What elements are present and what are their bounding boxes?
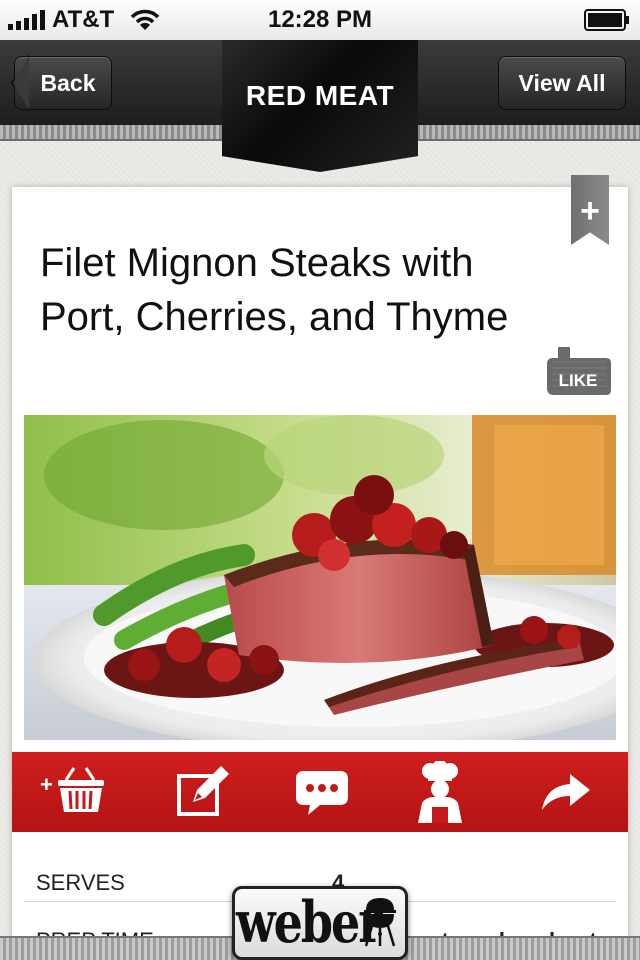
svg-text:+: +	[40, 772, 53, 797]
chat-bubble-icon	[296, 771, 348, 815]
battery-icon	[584, 9, 629, 31]
back-arrow-fill	[13, 56, 29, 110]
clock: 12:28 PM	[267, 6, 373, 33]
view-all-button[interactable]: View All	[498, 56, 626, 110]
chef-icon	[418, 761, 462, 823]
recipe-photo[interactable]	[24, 415, 616, 740]
like-button[interactable]: LIKE	[544, 344, 614, 400]
like-label: LIKE	[559, 371, 598, 390]
add-favorite-icon: +	[580, 192, 600, 230]
basket-plus-icon: +	[40, 767, 104, 812]
weber-logo-text: weber	[236, 888, 383, 956]
comments-button[interactable]	[282, 752, 362, 832]
recipe-title: Filet Mignon Steaks with Port, Cherries,…	[40, 241, 509, 339]
kettle-grill-icon	[364, 898, 396, 947]
serves-label: SERVES	[36, 870, 125, 895]
page-title: RED MEAT	[245, 80, 395, 111]
notes-button[interactable]	[163, 752, 243, 832]
edit-note-icon	[177, 766, 229, 816]
share-arrow-icon	[542, 774, 590, 810]
status-bar: AT&T 12:28 PM	[0, 0, 640, 40]
chef-button[interactable]	[400, 752, 480, 832]
view-all-label: View All	[518, 69, 606, 96]
share-button[interactable]	[526, 752, 606, 832]
steak-photo-image	[24, 415, 616, 740]
back-button-label: Back	[40, 69, 96, 96]
add-to-shopping-list-button[interactable]: +	[34, 752, 114, 832]
